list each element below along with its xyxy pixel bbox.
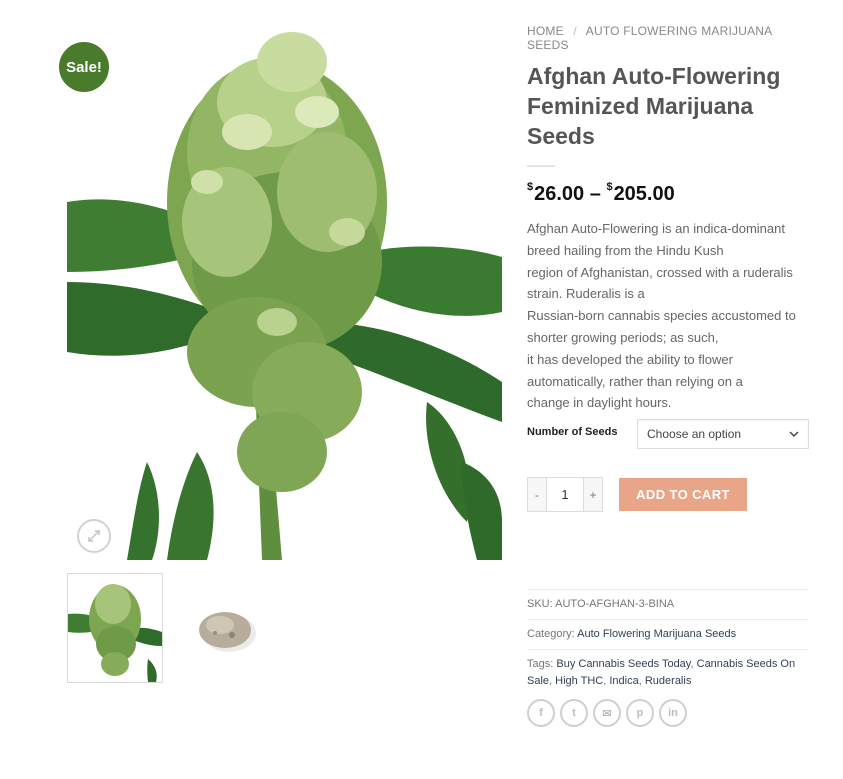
description-line: region of Afghanistan, crossed with a ru… <box>527 264 793 280</box>
select-value: Choose an option <box>647 427 742 441</box>
thumbnail-plant[interactable] <box>67 573 163 683</box>
currency-symbol: $ <box>606 181 613 193</box>
category-label: Category: <box>527 628 575 640</box>
tag-link[interactable]: Ruderalis <box>645 675 691 687</box>
variation-row: Number of Seeds Choose an option <box>527 419 809 449</box>
breadcrumb-separator: / <box>573 24 577 38</box>
description-line: change in daylight hours. <box>527 395 672 411</box>
product-title-line: Seeds <box>527 123 595 149</box>
add-to-cart-row: - 1 + ADD TO CART <box>527 477 747 512</box>
title-divider <box>527 165 555 167</box>
category-link[interactable]: Auto Flowering Marijuana Seeds <box>577 628 736 640</box>
add-to-cart-button[interactable]: ADD TO CART <box>619 478 747 511</box>
product-title-line: Afghan Auto-Flowering <box>527 63 781 89</box>
quantity-input[interactable]: 1 <box>546 478 584 511</box>
tag-link[interactable]: Buy Cannabis Seeds Today <box>556 658 690 670</box>
product-title: Afghan Auto-Flowering Feminized Marijuan… <box>527 61 812 151</box>
chevron-down-icon <box>789 431 799 438</box>
expand-icon[interactable] <box>77 519 111 553</box>
description-line: shorter growing periods; as such, <box>527 329 719 345</box>
product-description: Afghan Auto-Flowering is an indica-domin… <box>527 218 812 414</box>
sale-badge: Sale! <box>59 42 109 92</box>
sku-label: SKU: <box>527 598 553 610</box>
share-icons: f t ✉ p in <box>527 699 687 727</box>
description-line: automatically, rather than relying on a <box>527 373 743 389</box>
twitter-icon[interactable]: t <box>560 699 588 727</box>
price-max: 205.00 <box>613 183 675 205</box>
number-of-seeds-select[interactable]: Choose an option <box>637 419 809 449</box>
linkedin-icon[interactable]: in <box>659 699 687 727</box>
email-icon[interactable]: ✉ <box>593 699 621 727</box>
description-line: it has developed the ability to flower <box>527 351 733 367</box>
sku-row: SKU: AUTO-AFGHAN-3-BINA <box>527 589 809 619</box>
quantity-stepper: - 1 + <box>527 477 603 512</box>
quantity-minus-button[interactable]: - <box>528 478 546 511</box>
description-line: strain. Ruderalis is a <box>527 286 645 302</box>
price-dash: – <box>589 183 601 205</box>
currency-symbol: $ <box>527 181 534 193</box>
tag-link[interactable]: Indica <box>609 675 638 687</box>
breadcrumb-category[interactable]: AUTO FLOWERING MARIJUANA SEEDS <box>527 24 772 52</box>
tags-row: Tags: Buy Cannabis Seeds Today, Cannabis… <box>527 649 809 696</box>
product-summary: HOME / AUTO FLOWERING MARIJUANA SEEDS Af… <box>527 24 812 414</box>
description-line: breed hailing from the Hindu Kush <box>527 242 724 258</box>
product-meta: SKU: AUTO-AFGHAN-3-BINA Category: Auto F… <box>527 589 809 696</box>
sku-value: AUTO-AFGHAN-3-BINA <box>555 598 675 610</box>
thumbnail-seed[interactable] <box>177 573 271 681</box>
tag-link[interactable]: High THC <box>555 675 603 687</box>
product-title-line: Feminized Marijuana <box>527 93 754 119</box>
description-line: Russian-born cannabis species accustomed… <box>527 308 796 324</box>
price-min: 26.00 <box>534 183 585 205</box>
pinterest-icon[interactable]: p <box>626 699 654 727</box>
price-range: $26.00 – $205.00 <box>527 181 812 206</box>
tags-label: Tags: <box>527 658 554 670</box>
description-line: Afghan Auto-Flowering is an indica-domin… <box>527 221 785 236</box>
thumbnail-strip <box>67 573 271 683</box>
facebook-icon[interactable]: f <box>527 699 555 727</box>
variation-label: Number of Seeds <box>527 426 618 438</box>
category-row: Category: Auto Flowering Marijuana Seeds <box>527 619 809 649</box>
cannabis-plant-image <box>67 22 502 560</box>
breadcrumb: HOME / AUTO FLOWERING MARIJUANA SEEDS <box>527 24 812 52</box>
breadcrumb-home[interactable]: HOME <box>527 24 564 38</box>
product-main-image[interactable] <box>67 22 502 560</box>
quantity-plus-button[interactable]: + <box>584 478 602 511</box>
